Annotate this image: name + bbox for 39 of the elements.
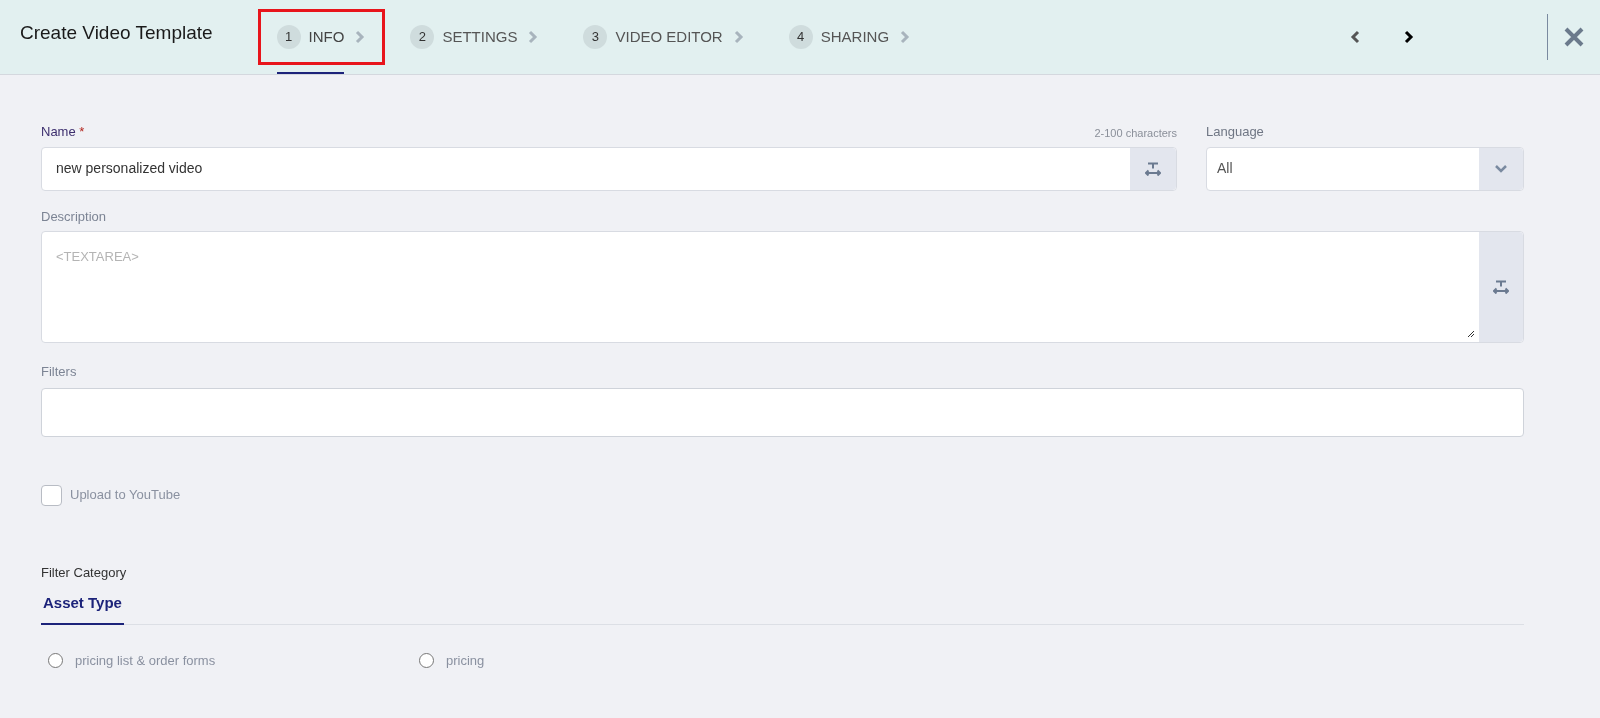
checkbox-label: Upload to YouTube <box>70 486 181 505</box>
field-label: Language <box>1206 123 1265 141</box>
close-icon <box>1564 27 1584 47</box>
checkbox[interactable] <box>41 484 62 506</box>
step-label: SHARING <box>820 26 890 47</box>
step-number: 1 <box>276 25 301 49</box>
step-label: SETTINGS <box>442 26 518 47</box>
dropdown-toggle[interactable] <box>1479 147 1523 190</box>
text-format-button[interactable] <box>1130 147 1176 190</box>
radio-label: pricing list & order forms <box>75 651 216 670</box>
radio-button[interactable] <box>48 652 63 668</box>
field-label: Name * <box>41 123 85 141</box>
step-label: VIDEO EDITOR <box>615 26 723 47</box>
text-width-icon <box>1493 280 1509 294</box>
wizard-step[interactable]: 1 INFO <box>260 12 383 62</box>
name-input[interactable]: new personalized video <box>41 146 1177 191</box>
section-title: Filter Category <box>41 563 128 582</box>
field-label: Description <box>41 207 108 226</box>
step-number: 2 <box>410 25 435 49</box>
category-tab[interactable]: Asset Type <box>41 592 124 625</box>
wizard-step[interactable]: 3 VIDEO EDITOR <box>567 12 761 62</box>
filters-input[interactable] <box>41 387 1524 437</box>
step-label: INFO <box>308 26 345 47</box>
radio-label: pricing <box>446 651 485 670</box>
resize-handle-icon <box>1467 330 1475 338</box>
wizard-step[interactable]: 4 SHARING <box>772 12 928 62</box>
language-select[interactable]: All <box>1206 146 1524 191</box>
page-title: Create Video Template <box>20 20 213 45</box>
field-label: Filters <box>41 363 78 381</box>
text-width-icon <box>1145 161 1161 176</box>
select-value: All <box>1216 159 1234 178</box>
input-value: new personalized video <box>55 159 204 178</box>
radio-button[interactable] <box>419 652 434 668</box>
textarea-placeholder: <TEXTAREA> <box>56 249 139 264</box>
wizard-step[interactable]: 2 SETTINGS <box>394 12 556 62</box>
active-step-underline <box>276 72 345 74</box>
step-number: 4 <box>788 25 813 49</box>
character-limit-hint: 2-100 characters <box>1094 126 1177 141</box>
step-number: 3 <box>583 25 608 49</box>
